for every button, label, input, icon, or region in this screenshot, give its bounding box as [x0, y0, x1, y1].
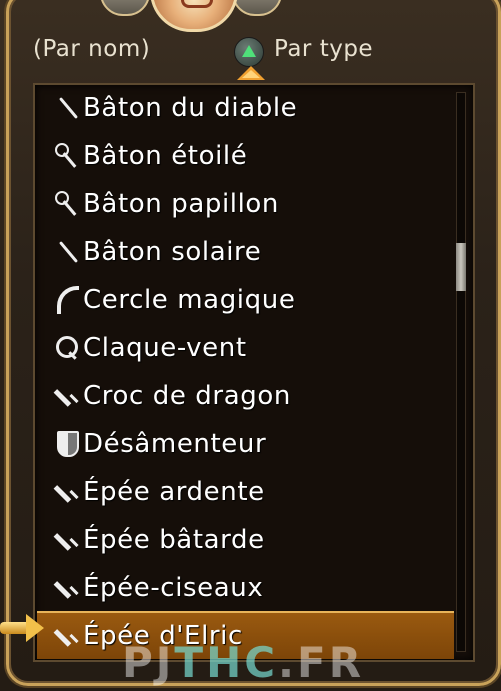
- watermark: PJTHC.FR: [122, 638, 365, 687]
- butterfly-staff-icon: [53, 189, 83, 219]
- list-item-label: Croc de dragon: [83, 381, 291, 411]
- list-item[interactable]: Bâton du diable: [53, 85, 453, 131]
- list-item-label: Bâton papillon: [83, 189, 280, 219]
- list-item[interactable]: Épée ardente: [53, 469, 453, 515]
- list-item[interactable]: Épée bâtarde: [53, 517, 453, 563]
- ring-weapon-icon: [53, 333, 83, 363]
- scrollbar-thumb[interactable]: [456, 243, 466, 291]
- list-item-label: Épée ardente: [83, 477, 265, 507]
- scrollbar-track[interactable]: [456, 92, 466, 652]
- triangle-button-icon[interactable]: [234, 37, 264, 67]
- list-item-label: Claque-vent: [83, 333, 247, 363]
- sword-icon: [53, 477, 83, 507]
- list-item-label: Désâmenteur: [83, 429, 267, 459]
- list-item[interactable]: Croc de dragon: [53, 373, 453, 419]
- sort-by-name-label[interactable]: (Par nom): [33, 36, 150, 62]
- sword-icon: [53, 573, 83, 603]
- star-staff-icon: [53, 141, 83, 171]
- shield-icon: [53, 429, 83, 459]
- list-item-label: Bâton du diable: [83, 93, 298, 123]
- sword-icon: [53, 621, 83, 651]
- list-item-label: Bâton étoilé: [83, 141, 248, 171]
- list-item[interactable]: Cercle magique: [53, 277, 453, 323]
- list-item[interactable]: Claque-vent: [53, 325, 453, 371]
- list-item[interactable]: Bâton solaire: [53, 229, 453, 275]
- list-item-label: Bâton solaire: [83, 237, 262, 267]
- list-item-label: Épée bâtarde: [83, 525, 265, 555]
- item-list: Bâton du diable Bâton étoilé Bâton papil…: [33, 83, 475, 662]
- sword-icon: [53, 525, 83, 555]
- sort-by-type-label[interactable]: Par type: [274, 36, 373, 62]
- rod-icon: [53, 93, 83, 123]
- crescent-blade-icon: [53, 285, 83, 315]
- list-item[interactable]: Bâton étoilé: [53, 133, 453, 179]
- scroll-up-arrow-icon[interactable]: [237, 66, 265, 80]
- list-item[interactable]: Désâmenteur: [53, 421, 453, 467]
- list-item-label: Cercle magique: [83, 285, 296, 315]
- list-item[interactable]: Épée-ciseaux: [53, 565, 453, 611]
- pointer-cursor-icon: [0, 610, 44, 646]
- sword-icon: [53, 381, 83, 411]
- list-item-label: Épée-ciseaux: [83, 573, 264, 603]
- list-item[interactable]: Bâton papillon: [53, 181, 453, 227]
- rod-icon: [53, 237, 83, 267]
